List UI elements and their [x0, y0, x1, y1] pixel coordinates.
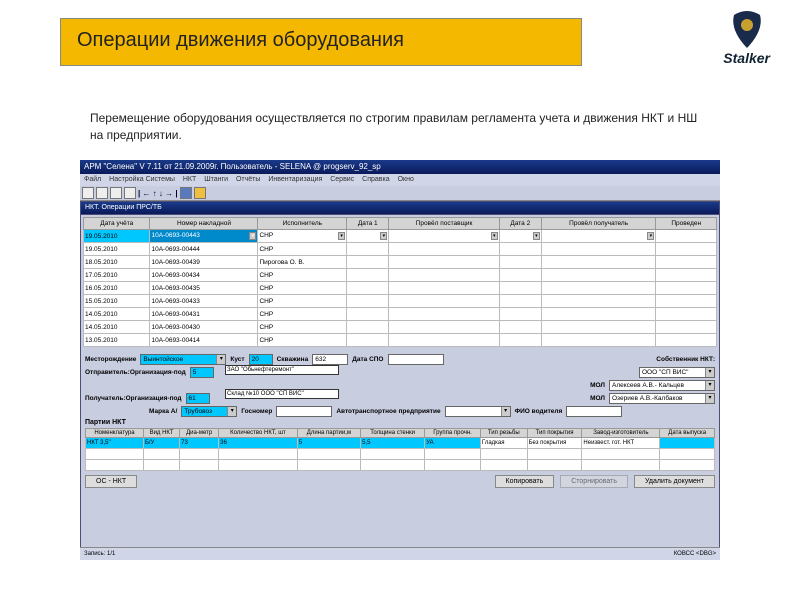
help-icon[interactable] — [194, 187, 206, 199]
sender-mol[interactable]: Алексеев А.В.- Кальцев▾ — [609, 380, 715, 391]
child-window-title: НКТ. Операции ПРС/ТБ — [81, 202, 719, 214]
field-license[interactable] — [276, 406, 332, 417]
app-window: АРМ "Селена" V 7.11 от 21.09.2009г. Поль… — [80, 160, 720, 560]
menu-service[interactable]: Сервис — [330, 176, 354, 183]
field-label: Отправитель:Организация-под — [85, 369, 186, 376]
grid-row[interactable]: 14.05.201010А-0693-00430СНР — [84, 321, 717, 334]
menu-help[interactable]: Справка — [362, 176, 389, 183]
parts-row[interactable]: НКТ 3,5''Б/У733655,5УАГладкаяБез покрыти… — [86, 438, 715, 449]
status-mode: КОВСС <DBG> — [674, 548, 716, 560]
grid-row[interactable]: 16.05.201010А-0693-00435СНР — [84, 282, 717, 295]
os-nkt-button[interactable]: ОС - НКТ — [85, 475, 137, 488]
owner-field[interactable]: ООО "СП ВИС"▾ — [639, 367, 715, 378]
col-executor[interactable]: Исполнитель — [258, 218, 347, 230]
toolbar: | ← ↑ ↓ → | — [80, 186, 720, 201]
field-label: Месторождение — [85, 356, 136, 363]
field-transport-co[interactable]: ▾ — [445, 406, 511, 417]
menu-inventory[interactable]: Инвентаризация — [268, 176, 322, 183]
grid-row[interactable]: 17.05.201010А-0693-00434СНР — [84, 269, 717, 282]
copy-button[interactable]: Копировать — [495, 475, 555, 488]
tool-icon[interactable] — [124, 187, 136, 199]
menu-file[interactable]: Файл — [84, 176, 101, 183]
tool-icon[interactable] — [96, 187, 108, 199]
menu-window[interactable]: Окно — [398, 176, 414, 183]
field-vehicle[interactable]: Трубовоз▾ — [181, 406, 237, 417]
field-label: Собственник НКТ: — [656, 356, 715, 363]
menu-reports[interactable]: Отчёты — [236, 176, 260, 183]
receiver-mol[interactable]: Озериев А.В.-Калбаков▾ — [609, 393, 715, 404]
col-invoice[interactable]: Номер накладной — [150, 218, 258, 230]
storno-button[interactable]: Сторнировать — [560, 475, 628, 488]
field-well[interactable]: 632 — [312, 354, 348, 365]
tool-icon[interactable] — [82, 187, 94, 199]
receiver-dropdown[interactable]: Склад №10 ООО "СП ВИС" — [225, 389, 339, 399]
field-receiver-org[interactable]: 61 — [186, 393, 210, 404]
operations-grid[interactable]: Дата учёта Номер накладной Исполнитель Д… — [83, 217, 717, 347]
stalker-logo: Stalker — [723, 10, 770, 66]
parts-row[interactable] — [86, 449, 715, 460]
field-label: Куст — [230, 356, 244, 363]
col-date2[interactable]: Дата 2 — [499, 218, 541, 230]
slide-title: Операции движения оборудования — [61, 19, 581, 62]
delete-button[interactable]: Удалить документ — [634, 475, 715, 488]
col-date[interactable]: Дата учёта — [84, 218, 150, 230]
field-label: Скважина — [277, 356, 309, 363]
app-titlebar: АРМ "Селена" V 7.11 от 21.09.2009г. Поль… — [80, 160, 720, 174]
field-spo-date[interactable] — [388, 354, 444, 365]
col-posted[interactable]: Проведен — [656, 218, 717, 230]
grid-row[interactable]: 19.05.201010А-0693-00443▾СНР▾▾▾▾▾ — [84, 230, 717, 243]
statusbar: Запись: 1/1 КОВСС <DBG> — [80, 547, 720, 560]
menu-rods[interactable]: Штанги — [204, 176, 228, 183]
slide-title-bar: Операции движения оборудования — [60, 18, 582, 66]
field-sender-org[interactable]: 5 — [190, 367, 214, 378]
field-bush[interactable]: 20 — [249, 354, 273, 365]
col-receiver[interactable]: Провёл получатель — [541, 218, 655, 230]
field-deposit[interactable]: Выинтойское▾ — [140, 354, 226, 365]
grid-row[interactable]: 15.05.201010А-0693-00433СНР — [84, 295, 717, 308]
tool-icon[interactable] — [110, 187, 122, 199]
menu-settings[interactable]: Настройка Системы — [109, 176, 175, 183]
save-icon[interactable] — [180, 187, 192, 199]
intro-text: Перемещение оборудования осуществляется … — [90, 110, 710, 144]
field-driver[interactable] — [566, 406, 622, 417]
grid-row[interactable]: 14.05.201010А-0693-00431СНР — [84, 308, 717, 321]
col-date1[interactable]: Дата 1 — [347, 218, 389, 230]
parts-section-label: Партии НКТ — [85, 419, 715, 426]
grid-row[interactable]: 13.05.201010А-0693-00414СНР — [84, 334, 717, 347]
sender-dropdown[interactable]: ЗАО "Обьнефтеремонт" — [225, 365, 339, 375]
parts-row[interactable] — [86, 460, 715, 471]
grid-row[interactable]: 19.05.201010А-0693-00444СНР — [84, 243, 717, 256]
parts-grid[interactable]: НоменклатураВид НКТДиа-метрКоличество НК… — [85, 428, 715, 471]
menu-nkt[interactable]: НКТ — [183, 176, 196, 183]
col-supplier[interactable]: Провёл поставщик — [389, 218, 499, 230]
grid-row[interactable]: 18.05.201010А-0693-00439Пирогова О. В. — [84, 256, 717, 269]
record-counter: Запись: 1/1 — [84, 548, 115, 560]
field-label: Дата СПО — [352, 356, 383, 363]
field-label: Получатель:Организация-под — [85, 395, 182, 402]
menubar[interactable]: Файл Настройка Системы НКТ Штанги Отчёты… — [80, 174, 720, 186]
